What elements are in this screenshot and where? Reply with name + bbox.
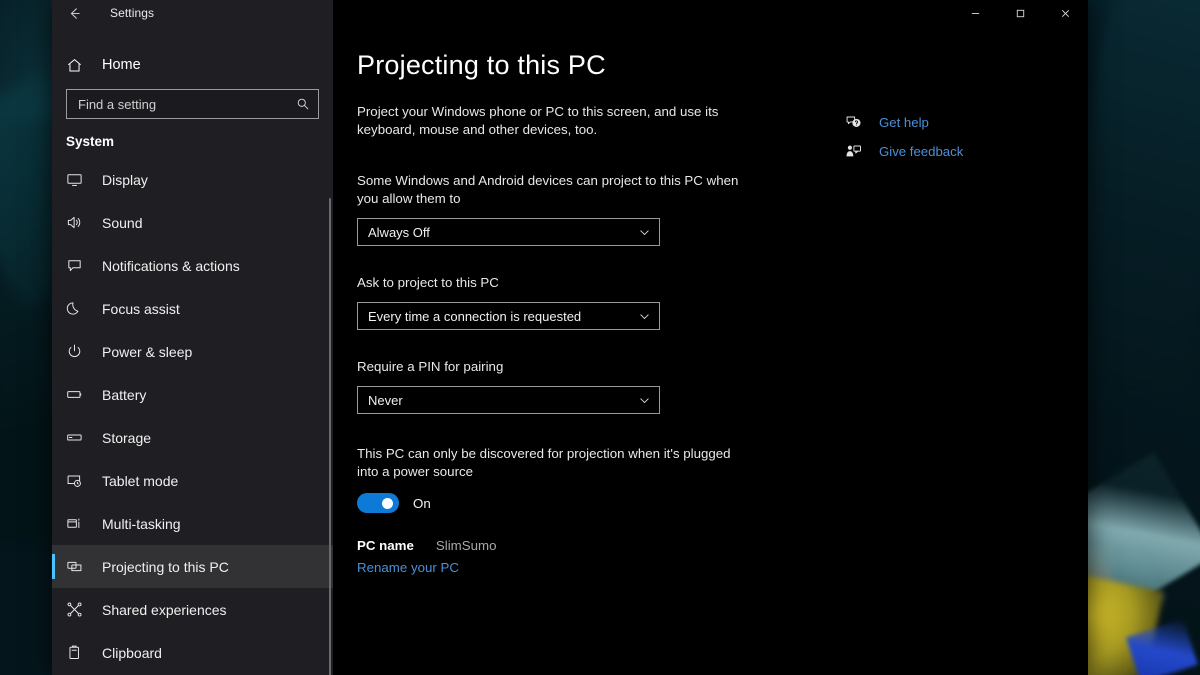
power-icon [66,343,96,360]
section-label: Ask to project to this PC [357,275,499,290]
maximize-button[interactable] [998,0,1043,26]
pc-name-row: PC name SlimSumo [357,538,1088,553]
feedback-person-icon [845,143,871,160]
sidebar-item-label: Sound [102,214,143,231]
sidebar-item-power-sleep[interactable]: Power & sleep [52,330,333,373]
sidebar-item-multi-tasking[interactable]: Multi-tasking [52,502,333,545]
sidebar-item-shared-experiences[interactable]: Shared experiences [52,588,333,631]
sidebar-item-display[interactable]: Display [52,158,333,201]
share-icon [66,601,96,618]
speaker-icon [66,214,96,231]
title-bar: Settings [52,0,1088,26]
dropdown-value: Never [368,392,403,408]
sidebar-item-label: Storage [102,429,152,446]
sidebar-scrollbar[interactable] [329,198,331,675]
give-feedback-label: Give feedback [879,143,964,159]
allow-projection-dropdown[interactable]: Always Off [357,218,660,246]
sidebar-item-home[interactable]: Home [52,45,333,85]
require-pin-dropdown[interactable]: Never [357,386,660,414]
storage-icon [66,429,96,446]
dropdown-value: Every time a connection is requested [368,308,582,324]
sidebar-item-notifications[interactable]: Notifications & actions [52,244,333,287]
window-title: Settings [110,6,155,20]
sidebar-item-clipboard[interactable]: Clipboard [52,631,333,674]
power-source-label: This PC can only be discovered for proje… [357,446,731,479]
multitasking-icon [66,515,96,532]
moon-icon [66,300,96,317]
window-body: Home System [52,26,1088,675]
sidebar-item-tablet-mode[interactable]: Tablet mode [52,459,333,502]
help-column: Get help Give feedback [845,109,1055,167]
sidebar-item-label: Tablet mode [102,472,179,489]
pc-name-value: SlimSumo [435,538,497,553]
power-source-toggle[interactable] [357,493,399,513]
page-title: Projecting to this PC [357,50,606,80]
back-arrow-icon[interactable] [52,0,96,26]
section-ask-to-project: Ask to project to this PC Every time a c… [333,274,1088,330]
pc-name-label: PC name [357,538,414,553]
sidebar-item-label: Focus assist [102,300,180,317]
settings-window: Settings Home Find a setting System Disp… [52,0,1088,675]
tablet-icon [66,472,96,489]
section-power-source: This PC can only be discovered for proje… [333,445,1088,577]
section-allow-projection: Some Windows and Android devices can pro… [333,172,1088,246]
sidebar-item-label: Display [102,171,148,188]
chevron-down-icon [638,394,651,407]
sidebar-item-label: Projecting to this PC [102,558,229,575]
title-bar-left: Settings [52,0,333,26]
sidebar-item-label: Notifications & actions [102,257,240,274]
close-button[interactable] [1043,0,1088,26]
dropdown-value: Always Off [368,224,430,240]
main-content: Projecting to this PC Project your Windo… [333,26,1088,675]
search-icon[interactable] [296,97,310,111]
sidebar-item-label: Battery [102,386,147,403]
help-bubble-icon [845,114,871,131]
rename-pc-link[interactable]: Rename your PC [357,560,459,575]
search-box[interactable] [66,89,319,119]
sidebar-item-projecting-to-this-pc[interactable]: Projecting to this PC [52,545,333,588]
toggle-state-label: On [413,495,431,511]
sidebar-item-label: Power & sleep [102,343,193,360]
chevron-down-icon [638,310,651,323]
minimize-button[interactable] [953,0,998,26]
projection-icon [66,558,96,575]
sidebar-item-focus-assist[interactable]: Focus assist [52,287,333,330]
give-feedback-row[interactable]: Give feedback [845,138,1055,164]
chevron-down-icon [638,226,651,239]
sidebar-search-wrap [52,85,333,119]
sidebar-item-storage[interactable]: Storage [52,416,333,459]
get-help-row[interactable]: Get help [845,109,1055,135]
window-controls [953,0,1088,26]
sidebar-item-sound[interactable]: Sound [52,201,333,244]
search-input[interactable] [76,95,296,113]
intro-text: Project your Windows phone or PC to this… [357,104,719,137]
sidebar-item-label: Multi-tasking [102,515,181,532]
ask-to-project-dropdown[interactable]: Every time a connection is requested [357,302,660,330]
sidebar-item-label: Shared experiences [102,601,227,618]
home-icon [66,57,96,74]
get-help-label: Get help [879,114,929,130]
section-label: Some Windows and Android devices can pro… [357,173,739,206]
sidebar-nav-list: Display Sound Notifications & actions Fo… [52,158,333,674]
clipboard-icon [66,644,96,661]
sidebar-item-label: Clipboard [102,644,162,661]
battery-icon [66,386,96,403]
monitor-icon [66,171,96,188]
toggle-thumb [382,497,393,509]
section-require-pin: Require a PIN for pairing Never [333,358,1088,414]
power-source-toggle-row: On [357,493,1088,513]
sidebar-item-battery[interactable]: Battery [52,373,333,416]
settings-sidebar: Home System [52,26,333,675]
section-label: Require a PIN for pairing [357,359,504,374]
sidebar-group-title: System [66,134,115,149]
sidebar-home-label: Home [102,57,141,73]
chat-bubble-icon [66,257,96,274]
